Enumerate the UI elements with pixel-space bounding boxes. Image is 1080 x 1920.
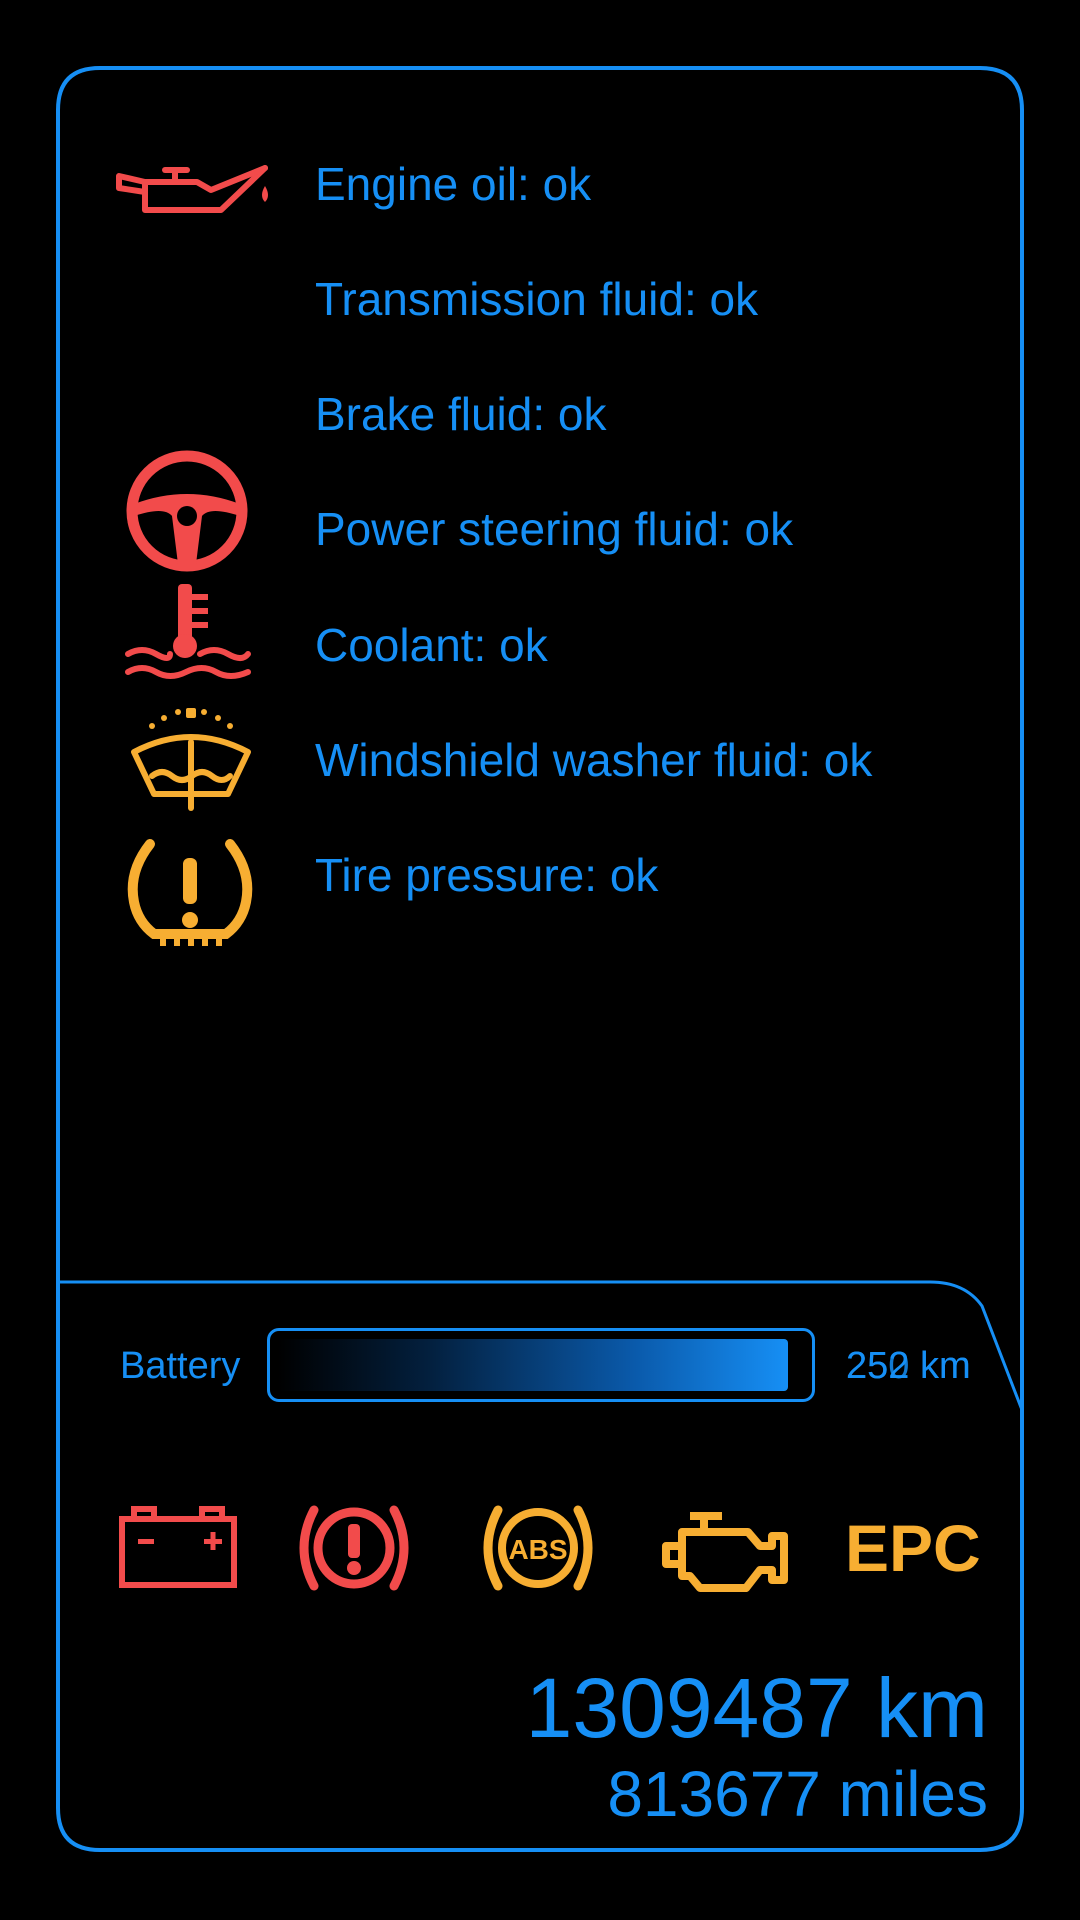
status-power-steering-fluid: Power steering fluid: ok (315, 503, 794, 555)
battery-level-bar (267, 1328, 815, 1402)
status-engine-oil: Engine oil: ok (315, 158, 592, 210)
oil-can-icon (116, 165, 268, 213)
coolant-temperature-icon (125, 584, 251, 679)
battery-level-fill (278, 1339, 788, 1391)
abs-icon: ABS (483, 1505, 593, 1591)
status-brake-fluid: Brake fluid: ok (315, 388, 607, 440)
status-tire-pressure: Tire pressure: ok (315, 849, 659, 901)
dashboard-panel: Engine oil: ok Transmission fluid: ok Br… (0, 0, 1080, 1920)
tire-pressure-icon (127, 839, 253, 946)
steering-wheel-icon (126, 450, 248, 572)
odometer-km: 1309487 km (525, 1661, 988, 1755)
odometer-miles: 813677 miles (607, 1758, 988, 1830)
check-engine-icon (662, 1512, 788, 1592)
battery-icon (119, 1506, 237, 1588)
abs-icon-text: ABS (508, 1534, 567, 1565)
washer-fluid-icon (131, 708, 251, 811)
epc-icon: EPC (845, 1511, 981, 1585)
battery-label: Battery (120, 1345, 241, 1387)
status-coolant: Coolant: ok (315, 619, 548, 671)
status-washer-fluid: Windshield washer fluid: ok (315, 734, 873, 786)
status-transmission-fluid: Transmission fluid: ok (315, 273, 759, 325)
battery-range-text-b: 250 km (846, 1345, 971, 1387)
brake-warning-icon (299, 1505, 409, 1591)
